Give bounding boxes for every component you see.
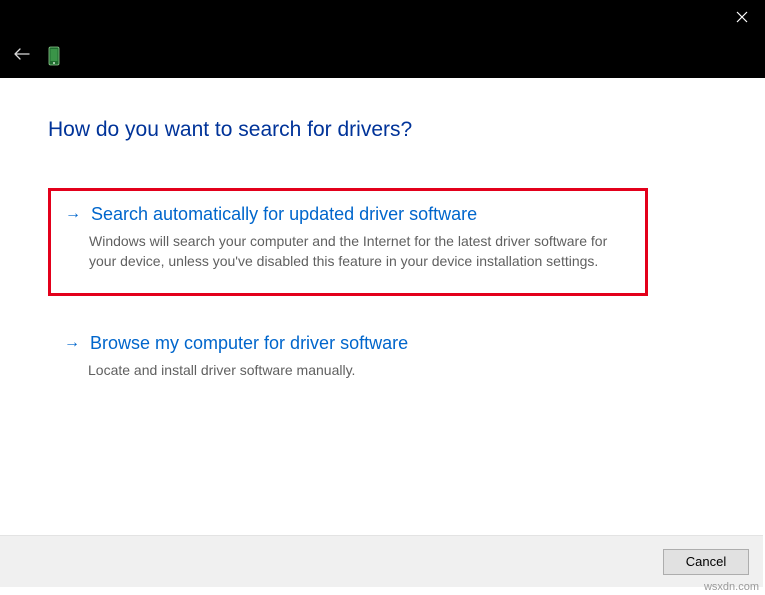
page-title: How do you want to search for drivers?	[48, 118, 717, 142]
close-button[interactable]	[719, 0, 765, 34]
close-icon	[736, 11, 748, 23]
option-title: Search automatically for updated driver …	[91, 201, 477, 227]
option-header: → Browse my computer for driver software	[64, 330, 632, 356]
option-title: Browse my computer for driver software	[90, 330, 408, 356]
navigation-bar	[0, 34, 765, 78]
arrow-right-icon: →	[64, 330, 80, 356]
arrow-right-icon: →	[65, 201, 81, 227]
dialog-footer: Cancel	[0, 535, 763, 587]
option-browse-computer[interactable]: → Browse my computer for driver software…	[48, 318, 648, 394]
option-search-automatically[interactable]: → Search automatically for updated drive…	[48, 188, 648, 296]
option-description: Windows will search your computer and th…	[89, 231, 629, 271]
option-header: → Search automatically for updated drive…	[65, 201, 631, 227]
options-list: → Search automatically for updated drive…	[48, 188, 717, 394]
device-icon	[48, 46, 60, 66]
back-button[interactable]	[14, 47, 30, 65]
watermark: wsxdn.com	[704, 581, 759, 593]
window-titlebar	[0, 0, 765, 34]
arrow-left-icon	[14, 48, 30, 60]
dialog-content: How do you want to search for drivers? →…	[0, 78, 765, 394]
cancel-button[interactable]: Cancel	[663, 549, 749, 575]
option-description: Locate and install driver software manua…	[88, 360, 628, 380]
